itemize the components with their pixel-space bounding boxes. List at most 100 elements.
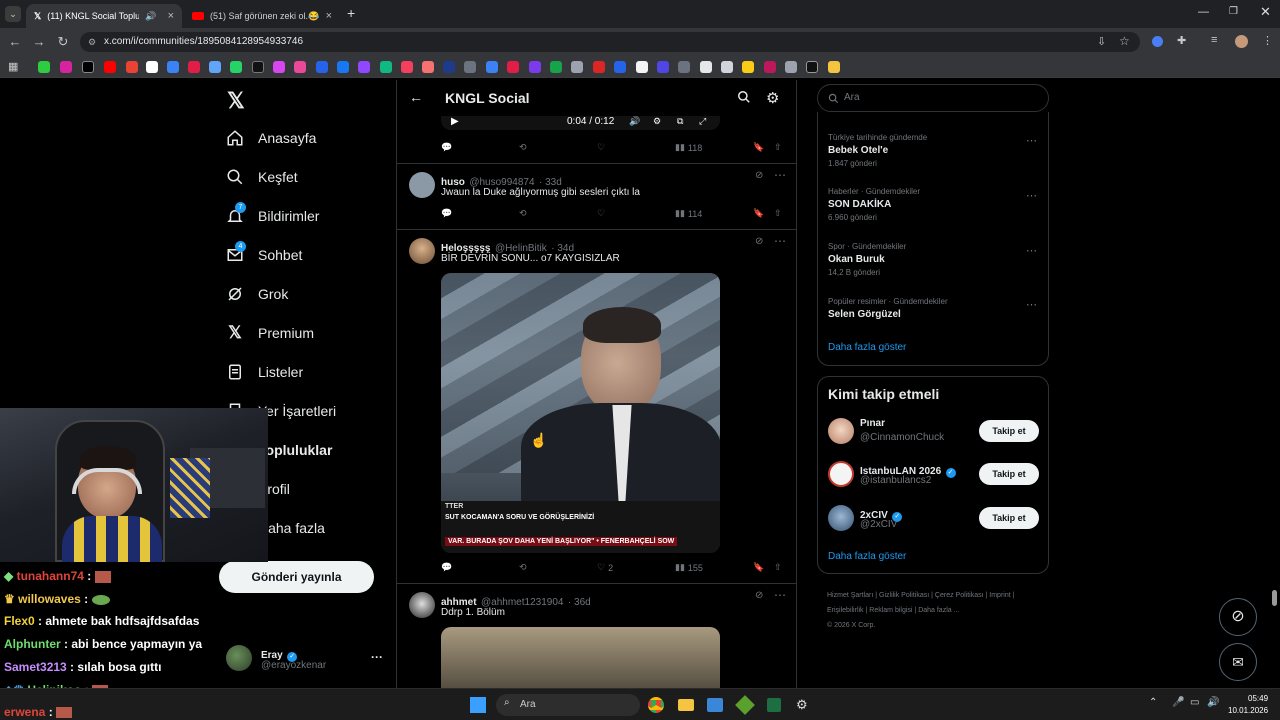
app-icon[interactable] — [735, 695, 755, 715]
bookmark-icon[interactable] — [571, 61, 583, 73]
settings-gear-icon[interactable]: ⚙ — [766, 89, 779, 107]
share-icon[interactable]: ⇧ — [774, 208, 782, 219]
follow-button[interactable]: Takip et — [979, 420, 1039, 442]
views-icon[interactable]: ▮▮ 155 — [675, 562, 703, 573]
avatar[interactable] — [409, 172, 435, 198]
trend-more-icon[interactable]: ⋯ — [1026, 298, 1037, 311]
search-icon[interactable] — [737, 90, 751, 109]
trend-item[interactable]: Spor · Gündemdekiler Okan Buruk 14,2 B g… — [828, 242, 906, 277]
x-logo-icon[interactable]: 𝕏 — [227, 88, 245, 114]
settings-icon[interactable]: ⚙ — [796, 697, 808, 713]
clock-date[interactable]: 10.01.2026 — [1228, 706, 1268, 715]
footer-link[interactable]: Gizlilik Politikası — [879, 592, 929, 599]
account-switcher[interactable]: Eray ✓ @erayozkenar ··· — [226, 644, 386, 676]
who-to-follow-show-more-link[interactable]: Daha fazla göster — [828, 551, 906, 562]
bookmark-icon[interactable] — [38, 61, 50, 73]
bookmark-icon[interactable] — [700, 61, 712, 73]
share-icon[interactable]: ⇧ — [774, 562, 782, 573]
bookmark-icon[interactable] — [252, 61, 264, 73]
bookmark-icon[interactable] — [721, 61, 733, 73]
suggested-user[interactable]: 2xCIV ✓ @2xCIV — [828, 505, 968, 533]
bookmark-icon[interactable] — [316, 61, 328, 73]
trend-more-icon[interactable]: ⋯ — [1026, 189, 1037, 202]
volume-icon[interactable]: 🔊 — [1207, 697, 1219, 708]
media-icon[interactable]: ≡ — [1211, 34, 1217, 46]
footer-link[interactable]: Erişilebilirlik — [827, 607, 864, 614]
like-icon[interactable]: ♡ 2 — [597, 562, 613, 573]
nav-item-lists[interactable]: Listeler — [226, 363, 303, 381]
tray-chevron-icon[interactable]: ⌃ — [1149, 697, 1157, 708]
tab-menu-button[interactable]: ⌄ — [5, 6, 21, 22]
trend-more-icon[interactable]: ⋯ — [1026, 244, 1037, 257]
bookmark-icon[interactable] — [529, 61, 541, 73]
bookmark-icon[interactable] — [806, 61, 818, 73]
bookmark-icon[interactable]: 🔖 — [753, 208, 764, 219]
bookmark-icon[interactable] — [104, 61, 116, 73]
network-icon[interactable]: ▭ — [1190, 697, 1199, 708]
suggested-user[interactable]: Pınar @CinnamonChuck — [828, 418, 968, 446]
nav-item-chat[interactable]: 4 Sohbet — [226, 241, 302, 264]
minimize-icon[interactable]: — — [1198, 6, 1209, 18]
url-input[interactable]: ⚙ x.com/i/communities/189508412895493374… — [80, 32, 1140, 52]
trend-more-icon[interactable]: ⋯ — [1026, 134, 1037, 147]
bookmark-icon[interactable] — [209, 61, 221, 73]
back-icon[interactable]: ← — [7, 34, 23, 50]
repost-icon[interactable]: ⟲ — [519, 208, 527, 219]
clock-time[interactable]: 05:49 — [1248, 694, 1268, 703]
reload-icon[interactable]: ↻ — [55, 34, 71, 50]
reply-icon[interactable]: 💬 — [441, 562, 452, 573]
post-button[interactable]: Gönderi yayınla — [219, 561, 374, 593]
follow-button[interactable]: Takip et — [979, 463, 1039, 485]
repost-icon[interactable]: ⟲ — [519, 562, 527, 573]
bookmark-icon[interactable] — [507, 61, 519, 73]
footer-link[interactable]: Reklam bilgisi — [869, 607, 912, 614]
puzzle-icon[interactable]: ✚ — [1177, 34, 1186, 47]
bookmark-icon[interactable] — [358, 61, 370, 73]
close-tab-icon[interactable]: × — [326, 10, 332, 22]
close-window-icon[interactable]: ✕ — [1260, 4, 1271, 20]
bookmark-icon[interactable] — [443, 61, 455, 73]
avatar[interactable] — [409, 238, 435, 264]
bookmark-icon[interactable] — [60, 61, 72, 73]
bookmark-icon[interactable]: 🔖 — [753, 562, 764, 573]
bookmark-icon[interactable] — [337, 61, 349, 73]
grok-icon[interactable]: ⊘ — [755, 236, 763, 247]
messages-float-button[interactable]: ✉ — [1219, 643, 1257, 681]
photos-icon[interactable] — [707, 698, 723, 712]
footer-link[interactable]: Imprint — [989, 592, 1010, 599]
post-item[interactable]: ▶ 0:04 / 0:12 🔊 ⚙ ⧉ ⤢ 💬 ⟲ ♡ ▮▮ 118 🔖 ⇧ — [397, 116, 796, 164]
footer-link[interactable]: Çerez Politikası — [935, 592, 984, 599]
bookmark-icon[interactable] — [167, 61, 179, 73]
new-tab-button[interactable]: + — [347, 5, 355, 21]
trend-item[interactable]: Türkiye tarihinde gündemde Bebek Otel'e … — [828, 133, 927, 168]
suggested-user[interactable]: IstanbuLAN 2026 ✓ @istanbulancs2 — [828, 461, 968, 489]
more-icon[interactable]: ⋯ — [774, 588, 786, 602]
bookmark-icon[interactable] — [742, 61, 754, 73]
footer-link[interactable]: Hizmet Şartları — [827, 592, 873, 599]
mic-icon[interactable]: 🎤 — [1172, 697, 1184, 708]
footer-link[interactable]: Daha fazla ... — [918, 607, 959, 614]
bookmark-icon[interactable] — [764, 61, 776, 73]
folder-icon[interactable] — [678, 699, 694, 711]
bookmark-icon[interactable] — [380, 61, 392, 73]
bookmark-icon[interactable] — [550, 61, 562, 73]
volume-icon[interactable]: 🔊 — [629, 116, 640, 127]
follow-button[interactable]: Takip et — [979, 507, 1039, 529]
grok-icon[interactable]: ⊘ — [755, 590, 763, 601]
trend-item[interactable]: Haberler · Gündemdekiler SON DAKİKA 6.96… — [828, 187, 920, 222]
bookmark-icon[interactable] — [593, 61, 605, 73]
repost-icon[interactable]: ⟲ — [519, 142, 527, 153]
bookmark-icon[interactable] — [188, 61, 200, 73]
bookmark-icon[interactable] — [614, 61, 626, 73]
post-item[interactable]: huso @huso994874 · 33d ⊘ ⋯ Jwaun la Duke… — [397, 164, 796, 230]
trend-item[interactable]: Popüler resimler · Gündemdekiler Selen G… — [828, 297, 948, 320]
bookmark-icon[interactable] — [657, 61, 669, 73]
nav-item-premium[interactable]: 𝕏 Premium — [226, 323, 314, 342]
search-input[interactable]: Ara — [817, 84, 1049, 112]
bookmark-icon[interactable] — [294, 61, 306, 73]
tab-x-community[interactable]: 𝕏 (11) KNGL Social Topluluk / 🔊 × — [26, 4, 182, 28]
bookmark-icon[interactable] — [126, 61, 138, 73]
play-icon[interactable]: ▶ — [451, 116, 459, 127]
close-tab-icon[interactable]: × — [168, 10, 174, 22]
account-more-icon[interactable]: ··· — [371, 650, 383, 664]
